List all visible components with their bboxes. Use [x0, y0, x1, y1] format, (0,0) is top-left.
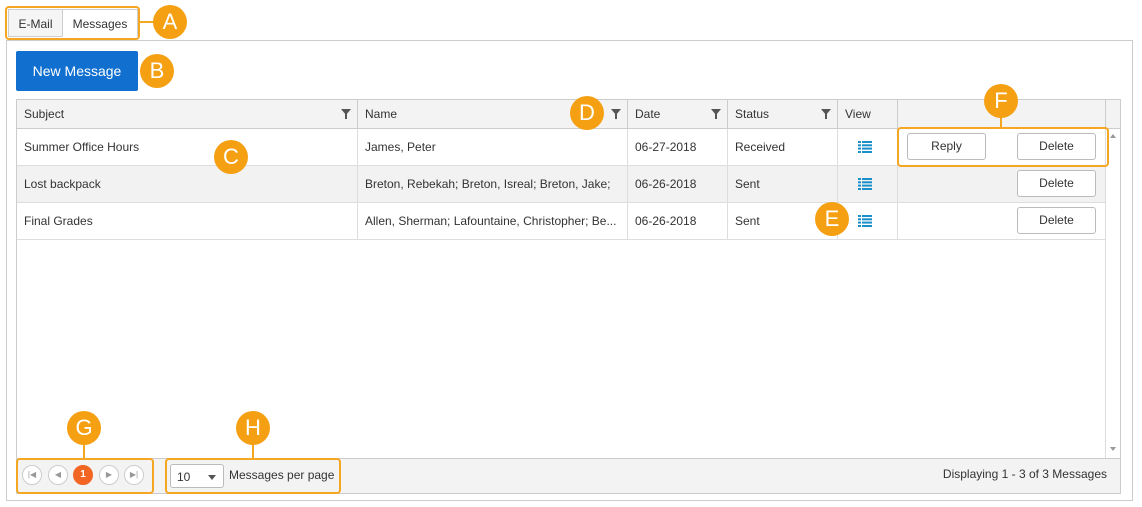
- page-size-value: 10: [177, 470, 191, 484]
- view-details-icon[interactable]: [858, 178, 872, 190]
- current-page-button[interactable]: 1: [73, 465, 93, 485]
- view-details-icon[interactable]: [858, 215, 872, 227]
- next-page-button[interactable]: ▶: [99, 465, 119, 485]
- table-cell-status: Received: [728, 129, 838, 166]
- tab-email[interactable]: E-Mail: [8, 9, 63, 37]
- table-cell-status: Sent: [728, 166, 838, 203]
- column-header-label: Date: [635, 107, 661, 121]
- column-header-date[interactable]: Date: [628, 100, 728, 129]
- callout-d: D: [570, 96, 604, 130]
- filter-icon[interactable]: [611, 109, 621, 119]
- callout-a-line: [140, 21, 154, 23]
- delete-button[interactable]: Delete: [1017, 207, 1096, 234]
- scroll-up-arrow-icon[interactable]: [1110, 134, 1116, 138]
- table-cell-subject[interactable]: Final Grades: [17, 203, 358, 240]
- callout-c: C: [214, 140, 248, 174]
- page-size-select[interactable]: 10: [170, 464, 224, 488]
- callout-b: B: [140, 54, 174, 88]
- callout-h: H: [236, 411, 270, 445]
- column-header-label: Status: [735, 107, 770, 121]
- table-cell-date: 06-26-2018: [628, 203, 728, 240]
- filter-icon[interactable]: [341, 109, 351, 119]
- table-cell-name: Breton, Rebekah; Breton, Isreal; Breton,…: [358, 166, 628, 203]
- column-header-view: View: [838, 100, 898, 129]
- delete-button[interactable]: Delete: [1017, 170, 1096, 197]
- column-header-subject[interactable]: Subject: [17, 100, 358, 129]
- actions-highlight: [897, 127, 1109, 167]
- first-page-button[interactable]: |◀: [22, 465, 42, 485]
- column-header-label: Name: [365, 107, 398, 121]
- dropdown-arrow-icon: [208, 475, 216, 480]
- view-details-icon[interactable]: [858, 141, 872, 153]
- column-header-status[interactable]: Status: [728, 100, 838, 129]
- tab-messages[interactable]: Messages: [62, 9, 138, 37]
- table-cell-name: James, Peter: [358, 129, 628, 166]
- scroll-down-arrow-icon[interactable]: [1110, 447, 1116, 451]
- callout-e: E: [815, 202, 849, 236]
- filter-icon[interactable]: [821, 109, 831, 119]
- table-cell-name: Allen, Sherman; Lafountaine, Christopher…: [358, 203, 628, 240]
- table-cell-subject[interactable]: Summer Office Hours: [17, 129, 358, 166]
- per-page-label: Messages per page: [229, 468, 335, 482]
- callout-g: G: [67, 411, 101, 445]
- callout-f: F: [984, 84, 1018, 118]
- last-page-button[interactable]: ▶|: [124, 465, 144, 485]
- prev-page-button[interactable]: ◀: [48, 465, 68, 485]
- vertical-scrollbar[interactable]: [1105, 129, 1120, 458]
- table-cell-date: 06-26-2018: [628, 166, 728, 203]
- callout-a: A: [153, 5, 187, 39]
- pager-summary: Displaying 1 - 3 of 3 Messages: [942, 467, 1107, 481]
- table-cell-date: 06-27-2018: [628, 129, 728, 166]
- table-cell-subject[interactable]: Lost backpack: [17, 166, 358, 203]
- column-header-label: Subject: [24, 107, 65, 121]
- new-message-button[interactable]: New Message: [16, 51, 138, 91]
- filter-icon[interactable]: [711, 109, 721, 119]
- column-header-scroll-spacer: [1106, 100, 1120, 129]
- column-header-label: View: [845, 107, 871, 121]
